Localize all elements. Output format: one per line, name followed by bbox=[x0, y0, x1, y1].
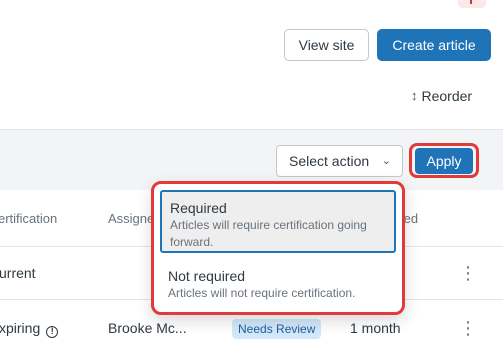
select-action-label: Select action bbox=[289, 153, 370, 169]
more-options-icon[interactable]: ⋮ bbox=[459, 316, 477, 340]
select-action-dropdown[interactable]: Select action ⌄ bbox=[276, 145, 403, 177]
option-required[interactable]: Required Articles will require certifica… bbox=[160, 190, 396, 253]
reorder-icon: ↕ bbox=[411, 88, 418, 103]
column-header-assignee[interactable]: Assigne bbox=[108, 211, 154, 226]
apply-button[interactable]: Apply bbox=[415, 148, 473, 174]
certification-status: urrent bbox=[0, 265, 36, 281]
reorder-label: Reorder bbox=[421, 88, 473, 104]
updated-time: 1 month bbox=[350, 320, 401, 336]
column-header-certification[interactable]: ertification bbox=[0, 211, 57, 226]
chevron-down-icon: ⌄ bbox=[381, 155, 391, 167]
view-site-button[interactable]: View site bbox=[284, 29, 369, 61]
page: View site Create article ↕ Reorder Selec… bbox=[0, 0, 503, 354]
reorder-button[interactable]: ↕ Reorder bbox=[411, 86, 472, 106]
status-badge: Needs Review bbox=[232, 319, 322, 339]
assignee-name: Brooke Mc... bbox=[108, 320, 187, 336]
action-dropdown-menu: Required Articles will require certifica… bbox=[151, 181, 405, 315]
option-title: Not required bbox=[168, 268, 246, 284]
option-title: Required bbox=[170, 200, 227, 216]
info-icon[interactable]: ! bbox=[46, 326, 59, 338]
certification-status-label: xpiring bbox=[0, 320, 41, 336]
option-description: Articles will not require certification. bbox=[168, 286, 356, 300]
alert-badge[interactable] bbox=[458, 0, 486, 8]
certification-status: xpiring! bbox=[0, 320, 59, 338]
create-article-button[interactable]: Create article bbox=[377, 29, 491, 61]
more-options-icon[interactable]: ⋮ bbox=[459, 261, 477, 285]
option-description: Articles will require certification goin… bbox=[170, 218, 367, 249]
option-not-required[interactable]: Not required Articles will not require c… bbox=[160, 260, 396, 308]
